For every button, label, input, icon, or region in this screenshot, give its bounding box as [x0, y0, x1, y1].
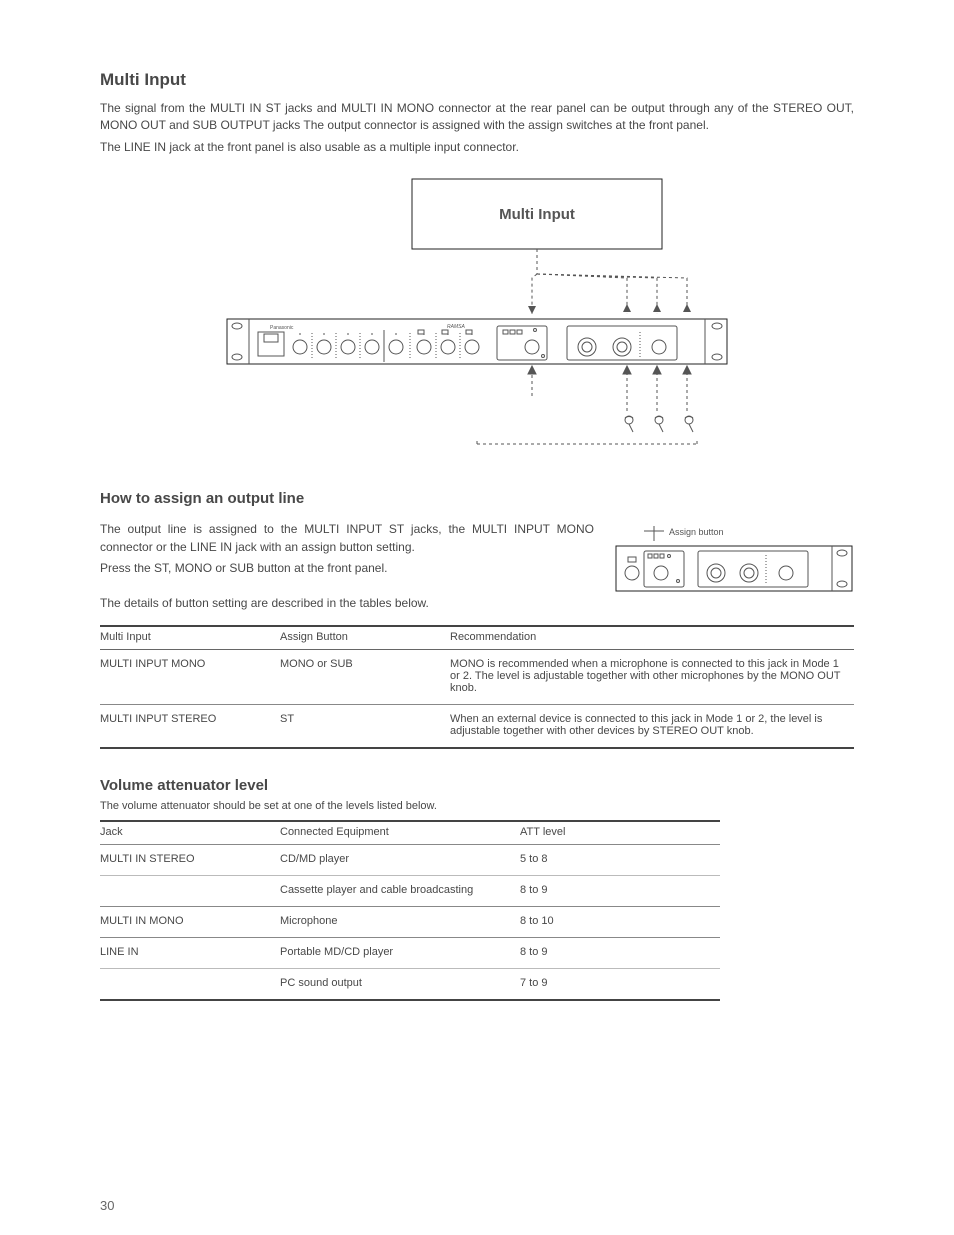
table-cell: PC sound output — [280, 968, 520, 1000]
table-cell: Cassette player and cable broadcasting — [280, 875, 520, 906]
rear-input-knobs-icon — [293, 330, 479, 362]
assign-paragraph-2: Press the ST, MONO or SUB button at the … — [100, 560, 594, 577]
page-number: 30 — [100, 1198, 114, 1213]
table-cell: CD/MD player — [280, 844, 520, 875]
table-row: MULTI IN MONOMicrophone8 to 10 — [100, 906, 720, 937]
attenuator-note: The volume attenuator should be set at o… — [100, 800, 854, 812]
figure-multi-input: Multi Input Panasonic RAM — [197, 174, 757, 464]
table-cell: 8 to 10 — [520, 906, 720, 937]
table-cell: 7 to 9 — [520, 968, 720, 1000]
table-cell: MULTI INPUT MONO — [100, 649, 280, 704]
assign-th-rec: Recommendation — [450, 626, 854, 650]
section-attenuator-title: Volume attenuator level — [100, 777, 854, 794]
svg-text:RAMSA: RAMSA — [447, 324, 465, 330]
table-cell: MONO or SUB — [280, 649, 450, 704]
table-row: Cassette player and cable broadcasting8 … — [100, 875, 720, 906]
assign-table: Multi Input Assign Button Recommendation… — [100, 625, 854, 749]
table-row: MULTI INPUT STEREOSTWhen an external dev… — [100, 704, 854, 748]
section-assign-title: How to assign an output line — [100, 490, 854, 507]
intro-paragraph-2: The LINE IN jack at the front panel is a… — [100, 139, 854, 156]
table-cell — [100, 875, 280, 906]
table-cell: 8 to 9 — [520, 937, 720, 968]
table-cell: MULTI INPUT STEREO — [100, 704, 280, 748]
figure-caption: Multi Input — [499, 206, 575, 223]
figure-assign-button: Assign button — [614, 521, 854, 601]
table-row: LINE INPortable MD/CD player8 to 9 — [100, 937, 720, 968]
table-row: MULTI IN STEREOCD/MD player5 to 8 — [100, 844, 720, 875]
attn-th-att: ATT level — [520, 821, 720, 845]
table-cell: 8 to 9 — [520, 875, 720, 906]
assign-paragraph-1: The output line is assigned to the MULTI… — [100, 521, 594, 556]
attn-th-equip: Connected Equipment — [280, 821, 520, 845]
table-cell: LINE IN — [100, 937, 280, 968]
table-cell: Portable MD/CD player — [280, 937, 520, 968]
table-cell: ST — [280, 704, 450, 748]
table-cell: 5 to 8 — [520, 844, 720, 875]
table-row: MULTI INPUT MONOMONO or SUBMONO is recom… — [100, 649, 854, 704]
table-cell: Microphone — [280, 906, 520, 937]
table-cell — [100, 968, 280, 1000]
attn-th-jack: Jack — [100, 821, 280, 845]
svg-text:Panasonic: Panasonic — [270, 325, 294, 331]
intro-paragraph-1: The signal from the MULTI IN ST jacks an… — [100, 100, 854, 135]
assign-th-button: Assign Button — [280, 626, 450, 650]
table-cell: MONO is recommended when a microphone is… — [450, 649, 854, 704]
table-cell: When an external device is connected to … — [450, 704, 854, 748]
table-cell: MULTI IN STEREO — [100, 844, 280, 875]
svg-text:Assign button: Assign button — [669, 527, 724, 537]
attenuator-table: Jack Connected Equipment ATT level MULTI… — [100, 820, 720, 1001]
page-title: Multi Input — [100, 70, 854, 90]
table-cell: MULTI IN MONO — [100, 906, 280, 937]
assign-th-multi: Multi Input — [100, 626, 280, 650]
table-row: PC sound output7 to 9 — [100, 968, 720, 1000]
rear-multi-in-icon — [497, 326, 547, 360]
assign-paragraph-3: The details of button setting are descri… — [100, 595, 594, 612]
rear-output-icon — [567, 326, 677, 360]
